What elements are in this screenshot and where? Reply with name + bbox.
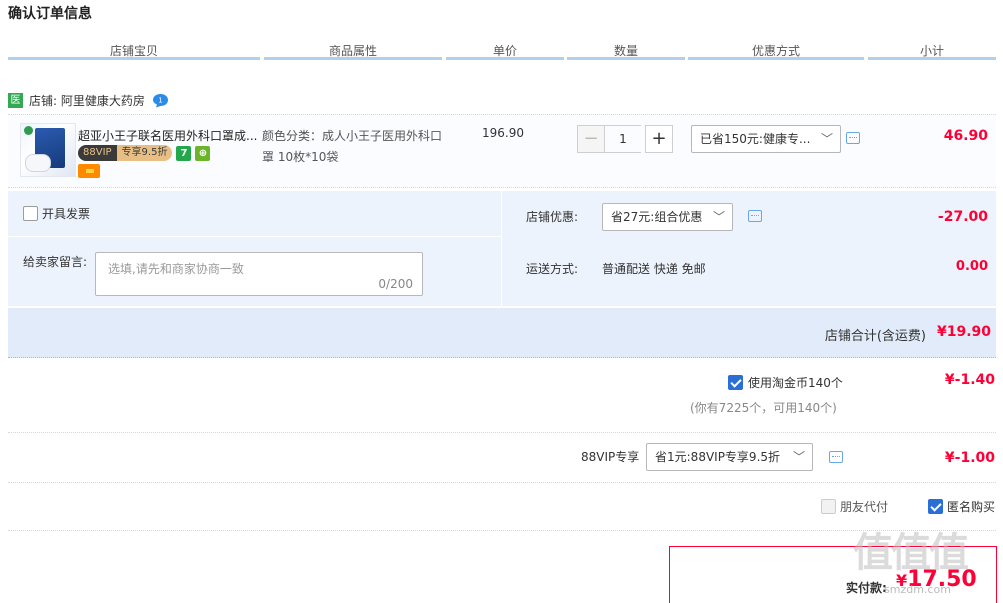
column-header-item: 店铺宝贝	[8, 42, 260, 60]
column-header-qty: 数量	[567, 42, 685, 60]
product-attributes: 颜色分类：成人小王子医用外科口 罩 10枚*10袋	[262, 126, 452, 168]
memo-textarea[interactable]: 选填,请先和商家协商一致 0/200	[95, 252, 423, 296]
taojinbi-available: (你有7225个，可用140个)	[690, 401, 837, 415]
product-title-link[interactable]: 超亚小王子联名医用外科口罩成...	[78, 127, 258, 144]
divider	[8, 236, 501, 237]
taojinbi-checkbox[interactable]	[728, 375, 743, 390]
vip-badge-left: 88VIP	[78, 145, 117, 161]
page-title: 确认订单信息	[8, 6, 92, 22]
friend-pay-label: 朋友代付	[840, 500, 889, 514]
anonymous-label: 匿名购买	[947, 500, 996, 514]
chevron-down-icon: ﹀	[712, 210, 725, 224]
chevron-down-icon: ﹀	[820, 132, 833, 146]
chevron-down-icon: ﹀	[792, 450, 805, 464]
svg-text:1: 1	[158, 96, 162, 104]
pay-label: 实付款:	[846, 581, 887, 595]
anonymous-option[interactable]: 匿名购买	[928, 498, 995, 515]
invoice-option[interactable]: 开具发票	[23, 205, 90, 222]
divider	[8, 482, 996, 483]
promo-select[interactable]: 已省150元:健康专... ﹀	[691, 125, 841, 153]
shop-line: 医 店铺: 阿里健康大药房 1	[8, 91, 169, 109]
anonymous-checkbox[interactable]	[928, 499, 943, 514]
taojinbi-label: 使用淘金币140个	[748, 376, 843, 390]
column-header: 店铺宝贝 商品属性 单价 数量 优惠方式 小计	[8, 42, 996, 62]
friend-pay-checkbox[interactable]	[821, 499, 836, 514]
credit-card-icon	[78, 164, 100, 178]
memo-placeholder: 选填,请先和商家协商一致	[108, 262, 244, 276]
shop-medical-icon: 医	[8, 92, 23, 108]
quantity-minus-button[interactable]: −	[577, 125, 605, 153]
promo-select-value: 已省150元:健康专...	[700, 132, 811, 146]
column-header-subtotal: 小计	[868, 42, 996, 60]
invoice-label: 开具发票	[42, 207, 91, 221]
vip-badge-right: 专享9.5折	[116, 145, 173, 161]
quantity-plus-button[interactable]: +	[645, 125, 673, 153]
product-thumbnail[interactable]	[20, 123, 76, 177]
seven-day-return-icon: 7	[176, 145, 192, 161]
taojinbi-option[interactable]: 使用淘金币140个	[728, 374, 843, 391]
order-item-row: 超亚小王子联名医用外科口罩成... 88VIP 专享9.5折 7 ⊕ 颜色分类：…	[8, 114, 996, 188]
guarantee-icon: ⊕	[195, 145, 211, 161]
shipping-value: 普通配送 快递 免邮	[602, 262, 706, 276]
vip-discount-select-value: 省1元:88VIP专享9.5折	[655, 450, 781, 464]
order-extras-panel: 开具发票 给卖家留言: 选填,请先和商家协商一致 0/200 店铺优惠: 省27…	[8, 191, 996, 306]
brand-logo-icon	[24, 126, 33, 135]
shipping-label: 运送方式:	[526, 262, 579, 276]
attr-line-2: 罩 10枚*10袋	[262, 150, 339, 164]
shop-total-value: ¥19.90	[936, 324, 991, 340]
attr-line-1: 颜色分类：成人小王子医用外科口	[262, 129, 443, 143]
order-extras-left: 开具发票 给卖家留言: 选填,请先和商家协商一致 0/200	[8, 191, 501, 306]
watermark-logo: 值值值	[853, 530, 969, 576]
shop-discount-label: 店铺优惠:	[526, 210, 579, 224]
shop-name-link[interactable]: 店铺: 阿里健康大药房	[29, 92, 145, 109]
chat-bubble-icon[interactable]: 1	[152, 93, 169, 108]
quantity-stepper: − 1 +	[577, 125, 673, 153]
product-mask-image	[25, 154, 51, 172]
watermark-text: smzdm.com	[884, 583, 951, 596]
vip-discount-badge: 88VIP 专享9.5折	[78, 145, 173, 161]
taojinbi-amount: ¥-1.40	[944, 372, 995, 388]
vip-info-icon[interactable]	[829, 451, 843, 463]
shop-total-label: 店铺合计(含运费)	[824, 329, 926, 344]
column-header-attr: 商品属性	[264, 42, 442, 60]
vip-discount-amount: ¥-1.00	[944, 450, 995, 466]
promo-info-icon[interactable]	[846, 132, 860, 144]
unit-price: 196.90	[482, 126, 524, 140]
memo-char-count: 0/200	[378, 277, 413, 291]
shop-total-bar: 店铺合计(含运费) ¥19.90	[8, 308, 996, 358]
divider	[8, 432, 996, 433]
column-header-promo: 优惠方式	[688, 42, 864, 60]
shop-discount-select-value: 省27元:组合优惠	[611, 210, 703, 224]
divider	[501, 191, 502, 306]
shop-discount-info-icon[interactable]	[748, 210, 762, 222]
memo-label: 给卖家留言:	[23, 255, 88, 269]
shipping-amount: 0.00	[955, 259, 988, 274]
quantity-input[interactable]: 1	[605, 125, 641, 153]
vip-label: 88VIP专享	[581, 450, 640, 464]
divider	[8, 530, 996, 531]
vip-discount-select[interactable]: 省1元:88VIP专享9.5折 ﹀	[646, 443, 813, 471]
shop-discount-select[interactable]: 省27元:组合优惠 ﹀	[602, 203, 733, 231]
friend-pay-option[interactable]: 朋友代付	[821, 498, 888, 515]
column-header-price: 单价	[446, 42, 564, 60]
product-badges: 88VIP 专享9.5折 7 ⊕	[78, 145, 211, 161]
shop-discount-amount: -27.00	[937, 209, 988, 225]
item-subtotal: 46.90	[943, 128, 988, 144]
invoice-checkbox[interactable]	[23, 206, 38, 221]
